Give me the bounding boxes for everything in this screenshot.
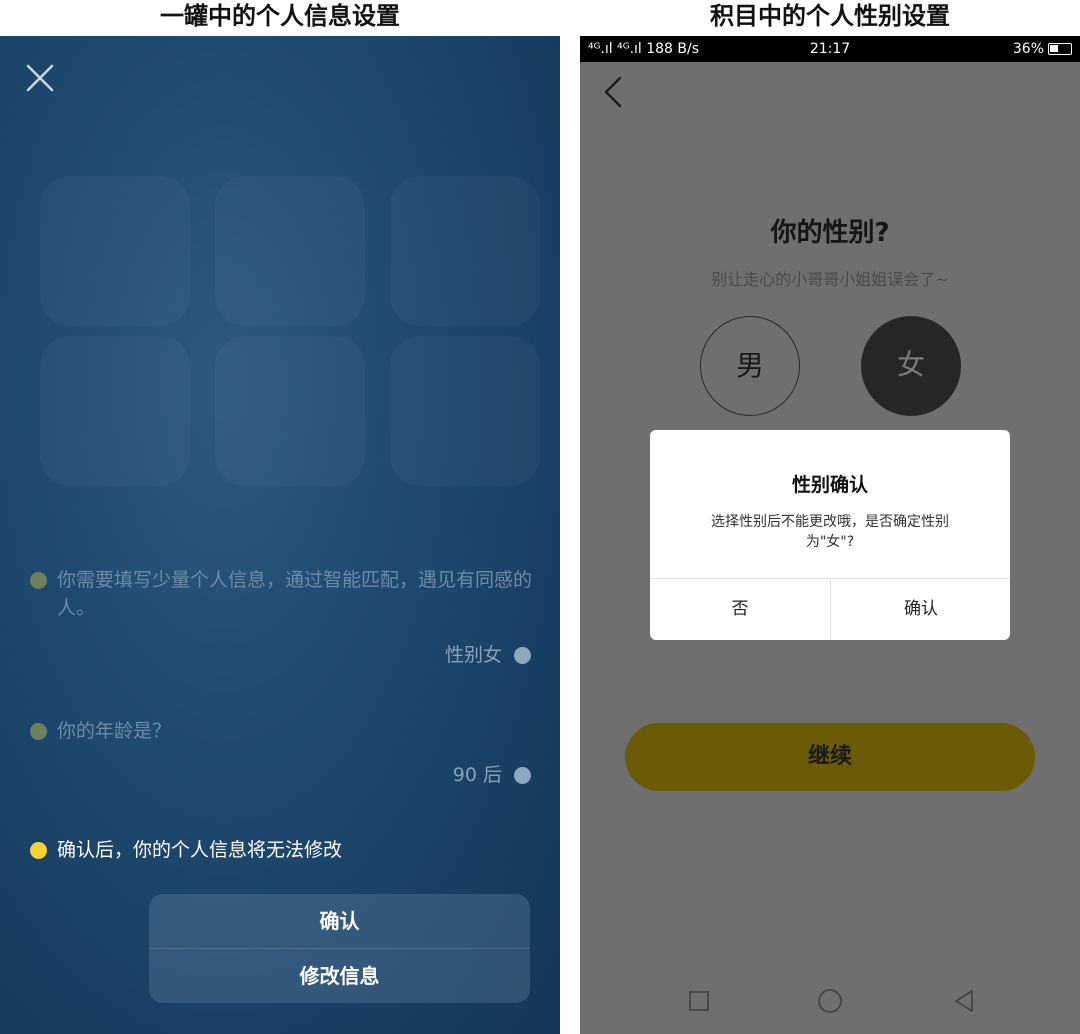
page-subtitle: 别让走心的小哥哥小姐姐误会了~ (711, 270, 949, 289)
dialog-message: 选择性别后不能更改哦，是否确定性别为"女"? (711, 514, 949, 550)
caption-right: 积目中的个人性别设置 (710, 2, 950, 30)
background-tile (215, 176, 365, 326)
confirm-dialog: 性别确认 选择性别后不能更改哦，是否确定性别为"女"? 否 确认 (650, 430, 1010, 640)
bot-bubble-icon (30, 723, 47, 740)
user-reply: 性别女 (444, 644, 502, 666)
back-arrow-icon[interactable] (598, 74, 628, 110)
bot-message: 你需要填写少量个人信息，通过智能匹配，遇见有同感的人。 (57, 569, 533, 619)
battery-percent: 36% (1012, 41, 1044, 57)
continue-button[interactable]: 继续 (625, 723, 1035, 791)
modify-info-button[interactable]: 修改信息 (149, 949, 530, 1003)
user-reply: 90 后 (452, 764, 502, 786)
caption-left: 一罐中的个人信息设置 (160, 2, 400, 30)
bot-bubble-icon (30, 572, 47, 589)
background-tile (40, 176, 190, 326)
background-tile (390, 336, 540, 486)
dialog-title: 性别确认 (791, 474, 868, 496)
user-bubble-icon (514, 767, 531, 784)
background-tile (215, 336, 365, 486)
dialog-no-button[interactable]: 否 (650, 579, 830, 640)
gender-female-option[interactable]: 女 (861, 316, 961, 416)
bot-message-warning: 确认后，你的个人信息将无法修改 (57, 839, 343, 861)
background-tile (390, 176, 540, 326)
gender-male-option[interactable]: 男 (700, 316, 800, 416)
confirm-button[interactable]: 确认 (149, 894, 530, 948)
page-title: 你的性别? (770, 218, 890, 248)
home-icon[interactable] (815, 986, 845, 1016)
user-bubble-icon (514, 647, 531, 664)
recent-apps-icon[interactable] (684, 986, 714, 1016)
background-tile (40, 336, 190, 486)
close-icon[interactable] (22, 60, 58, 96)
action-card: 确认 修改信息 (149, 894, 530, 1003)
dialog-confirm-button[interactable]: 确认 (831, 579, 1010, 640)
status-time: 21:17 (809, 41, 851, 57)
left-app-screen: 你需要填写少量个人信息，通过智能匹配，遇见有同感的人。 性别女 你的年龄是？ 9… (0, 36, 560, 1034)
right-app-screen: ⁴ᴳ.ıl ⁴ᴳ.ıl 188 B/s 21:17 36% 你的性别? 别让走心… (580, 36, 1080, 1034)
bot-bubble-icon (30, 842, 47, 859)
back-triangle-icon[interactable] (950, 986, 980, 1016)
bot-message: 你的年龄是？ (57, 720, 172, 742)
battery-icon (1048, 43, 1072, 55)
status-bar: ⁴ᴳ.ıl ⁴ᴳ.ıl 188 B/s 21:17 36% (580, 36, 1080, 62)
